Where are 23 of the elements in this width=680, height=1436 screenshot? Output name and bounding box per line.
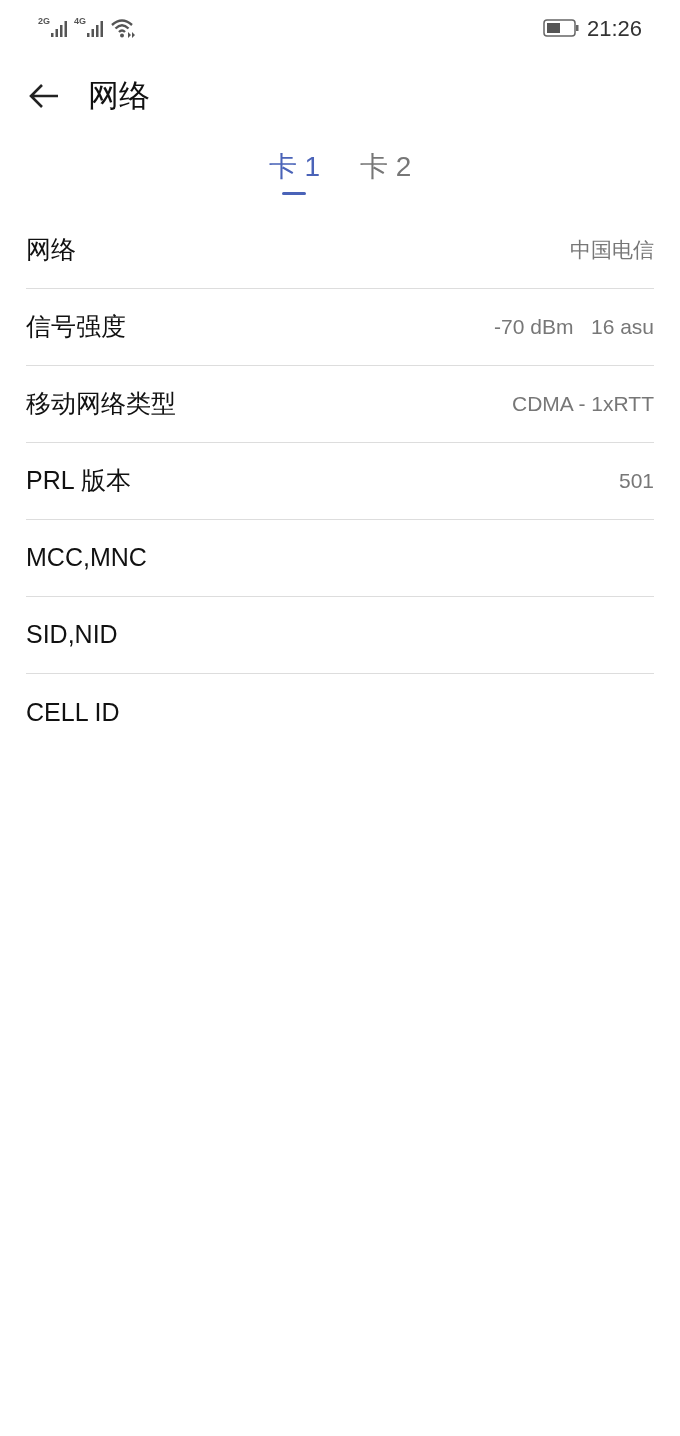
- sim-tab[interactable]: 卡 2: [360, 150, 412, 184]
- row-value: CDMA - 1xRTT: [512, 391, 654, 418]
- row-label: SID,NID: [26, 619, 118, 651]
- battery-icon: [542, 19, 579, 37]
- sim-tab[interactable]: 卡 1: [268, 150, 320, 184]
- network-type-label: 4G: [74, 15, 87, 28]
- row-value: 中国电信: [570, 237, 654, 264]
- network-type-label: 2G: [38, 15, 50, 28]
- signal-icon: [50, 19, 68, 37]
- clock-time: 21:26: [586, 14, 642, 43]
- row-label: MCC,MNC: [26, 542, 147, 574]
- page-title: 网络: [88, 76, 150, 115]
- row-label: CELL ID: [26, 696, 120, 728]
- back-icon[interactable]: [28, 82, 60, 110]
- row-label: PRL 版本: [26, 465, 131, 497]
- row-label: 网络: [26, 234, 76, 266]
- tab-indicator: [282, 192, 307, 195]
- row-label: 信号强度: [26, 311, 126, 343]
- row-label: 移动网络类型: [26, 388, 176, 420]
- row-value: -70 dBm 16 asu: [494, 314, 654, 341]
- wifi-icon: [110, 18, 137, 38]
- signal-icon: [86, 19, 105, 37]
- row-value: 501: [618, 468, 654, 495]
